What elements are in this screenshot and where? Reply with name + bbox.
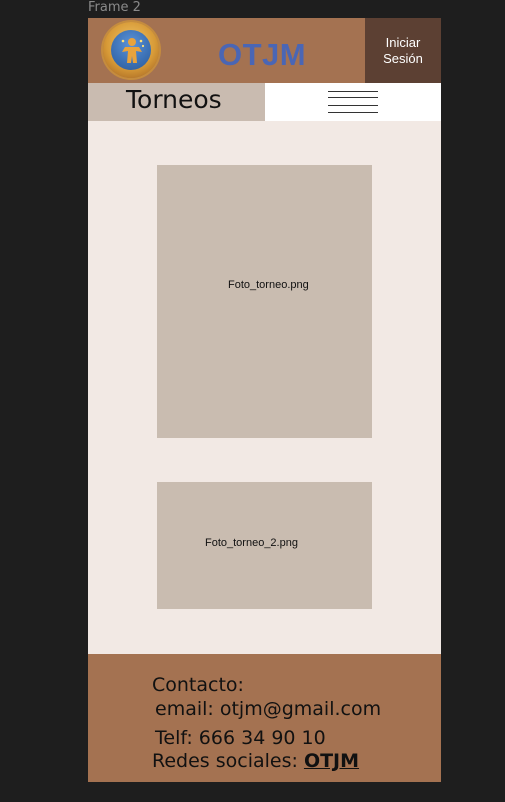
menu-bar-line [328,105,378,106]
tournament-image-1: Foto_torneo.png [157,165,372,438]
header: OTJM Iniciar Sesión [88,18,441,83]
contact-heading: Contacto: [152,674,244,696]
login-button-label: Iniciar Sesión [383,34,423,66]
social-link[interactable]: OTJM [304,750,359,772]
social-row: Redes sociales: OTJM [152,750,359,772]
hamburger-menu-icon[interactable] [328,91,378,113]
section-title-box: Torneos [88,83,265,121]
menu-bar [265,83,441,121]
image-filename-2: Foto_torneo_2.png [205,537,298,549]
page-title: Torneos [126,85,222,114]
footer: Contacto: email: otjm@gmail.com Telf: 66… [88,654,441,782]
login-button[interactable]: Iniciar Sesión [365,18,441,83]
brand-title: OTJM [218,37,307,72]
logo-icon[interactable] [103,22,159,78]
contact-phone: Telf: 666 34 90 10 [155,727,326,749]
menu-bar-line [328,112,378,113]
image-filename-1: Foto_torneo.png [228,279,309,291]
menu-bar-line [328,91,378,92]
logo-figure-icon [121,38,145,63]
contact-email: email: otjm@gmail.com [155,698,382,720]
frame-label: Frame 2 [88,0,141,15]
tournament-image-2: Foto_torneo_2.png [157,482,372,609]
page-frame: OTJM Iniciar Sesión Torneos Foto_torneo.… [88,18,441,782]
social-label: Redes sociales: [152,750,298,772]
menu-bar-line [328,97,378,98]
